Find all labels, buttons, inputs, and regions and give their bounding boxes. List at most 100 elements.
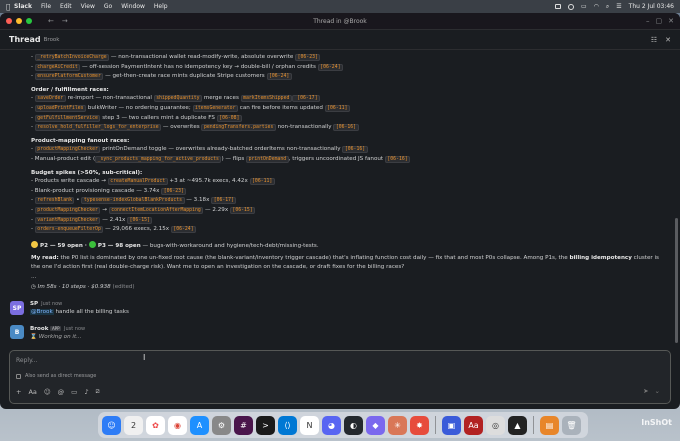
message-brook: B Brook APP Just now ⌛ Working on it... (10, 325, 85, 341)
mention[interactable]: @Brook (30, 309, 54, 315)
screen-icon[interactable] (554, 4, 561, 9)
app-icon[interactable]: ▣ (442, 415, 461, 435)
sender-name[interactable]: Brook (30, 326, 48, 332)
avatar[interactable]: SP (10, 301, 24, 315)
list-item: - saveOrder re-import — non-transactiona… (31, 94, 660, 104)
list-item: - orders-enqueueFilterOp — 29,066 execs,… (31, 225, 660, 235)
app-badge: APP (50, 326, 61, 331)
clock-icon: ◷ (31, 283, 36, 290)
section-heading: Order / fulfillment races: (31, 86, 109, 93)
list-item: - refreshBlank • typesense-indexGlobalBl… (31, 196, 660, 206)
message-sp: SP SP Just now @Brook handle all the bill… (10, 301, 129, 316)
emoji-icon[interactable]: ☺ (44, 388, 51, 396)
minimize-window-button[interactable] (16, 18, 22, 24)
vscode-icon[interactable]: ⟨⟩ (278, 415, 297, 435)
menu-app-name[interactable]: Slack (14, 3, 32, 10)
app-store-icon[interactable]: A (190, 415, 209, 435)
plus-icon[interactable]: + (16, 388, 21, 396)
checkbox[interactable] (16, 373, 21, 379)
status-icon[interactable] (567, 3, 574, 10)
back-arrow-icon[interactable]: ← (48, 17, 54, 25)
dock: ☺ 2 ✿ ◉ A ⚙ # > ⟨⟩ N ◕ ◐ ◆ ✳ ✸ ▣ Aa ◎ ▲ … (98, 412, 588, 438)
calendar-icon[interactable]: 2 (124, 415, 143, 435)
preview-icon[interactable]: ◎ (486, 415, 505, 435)
thread-settings-icon[interactable]: ☷ (651, 36, 657, 44)
list-item: - resolve_hold_fulfiller_logs_for_enterp… (31, 123, 660, 133)
list-item: - uploadPrintFiles bulkWriter — no order… (31, 104, 660, 114)
list-item: - productMappingChecker printOnDemand to… (31, 145, 660, 155)
avatar[interactable]: B (10, 325, 24, 339)
minimize-icon[interactable]: – (646, 17, 650, 25)
menu-edit[interactable]: Edit (60, 3, 72, 10)
apple-icon[interactable]:  (6, 3, 14, 11)
shortcut-icon[interactable]: ⧄ (95, 387, 99, 396)
downloads-folder-icon[interactable]: ▤ (540, 415, 559, 435)
thread-channel[interactable]: Brook (44, 37, 60, 43)
menu-window[interactable]: Window (121, 3, 145, 10)
video-icon[interactable]: ▭ (71, 388, 77, 396)
trash-icon[interactable]: 🗑 (562, 415, 581, 435)
search-icon[interactable]: ⌕ (606, 3, 609, 11)
claude-icon[interactable]: ✳ (388, 415, 407, 435)
reply-composer[interactable]: Reply... Also send as direct message + A… (9, 350, 671, 404)
menu-help[interactable]: Help (154, 3, 168, 10)
settings-icon[interactable]: ⚙ (212, 415, 231, 435)
terminal-icon[interactable]: > (256, 415, 275, 435)
timestamp[interactable]: Just now (41, 301, 62, 307)
priority-summary: P2 — 59 open · P3 — 98 open — bugs-with-… (31, 240, 660, 251)
also-send-checkbox[interactable]: Also send as direct message (16, 373, 96, 379)
app-icon[interactable]: ✸ (410, 415, 429, 435)
list-item: - Blank-product provisioning cascade — 3… (31, 187, 660, 197)
list-item: - Products write cascade → createManualP… (31, 177, 660, 187)
section-heading: Product-mapping fanout races: (31, 137, 130, 144)
github-icon[interactable]: ◐ (344, 415, 363, 435)
wifi-icon[interactable]: ◠ (594, 3, 599, 10)
finder-icon[interactable]: ☺ (102, 415, 121, 435)
menu-view[interactable]: View (81, 3, 95, 10)
app-icon[interactable]: ▲ (508, 415, 527, 435)
send-icon[interactable]: ➤ (643, 387, 648, 395)
format-icon[interactable]: Aa (28, 388, 36, 396)
close-window-button[interactable] (6, 18, 12, 24)
list-item: - ensurePlatformCustomer — get-then-crea… (31, 72, 660, 82)
menu-bar:  Slack File Edit View Go Window Help ▭ … (0, 0, 680, 13)
ellipsis: ... (31, 274, 37, 281)
discord-icon[interactable]: ◕ (322, 415, 341, 435)
app-icon[interactable]: ◆ (366, 415, 385, 435)
menu-file[interactable]: File (41, 3, 51, 10)
timestamp[interactable]: Just now (64, 326, 85, 332)
control-center-icon[interactable]: ☰ (616, 3, 621, 10)
composer-toolbar: + Aa ☺ @ ▭ ♪ ⧄ (16, 387, 100, 396)
reply-input[interactable]: Reply... (16, 357, 37, 364)
list-item: - variantMappingChecker — 2.41x [06-15] (31, 216, 660, 226)
send-controls: ➤ ⌄ (643, 387, 660, 395)
hourglass-icon: ⌛ (30, 334, 37, 340)
zoom-window-button[interactable] (26, 18, 32, 24)
clock[interactable]: Thu 2 Jul 03:46 (629, 3, 674, 10)
chevron-down-icon[interactable]: ⌄ (655, 387, 660, 395)
menu-go[interactable]: Go (104, 3, 112, 10)
green-circle-icon (88, 240, 96, 248)
slack-icon[interactable]: # (234, 415, 253, 435)
chrome-icon[interactable]: ◉ (168, 415, 187, 435)
battery-icon[interactable]: ▭ (581, 3, 587, 10)
mention-icon[interactable]: @ (58, 388, 65, 396)
sender-name[interactable]: SP (30, 301, 38, 307)
close-icon[interactable]: ✕ (668, 17, 674, 25)
list-item: - productMappingChecker → connectItemLoc… (31, 206, 660, 216)
notion-icon[interactable]: N (300, 415, 319, 435)
scrollbar[interactable] (675, 218, 678, 343)
forward-arrow-icon[interactable]: → (62, 17, 68, 25)
close-thread-icon[interactable]: ✕ (665, 36, 671, 44)
pdf-icon[interactable]: Aa (464, 415, 483, 435)
list-item: - chargeAiCredit — off-session PaymentIn… (31, 63, 660, 73)
microphone-icon[interactable]: ♪ (84, 388, 88, 396)
dock-separator (533, 416, 534, 434)
photos-icon[interactable]: ✿ (146, 415, 165, 435)
watermark: InShOt (641, 418, 672, 427)
run-stats: ◷ Im 58s · 10 steps · $0.938 (edited) (31, 283, 135, 290)
maximize-icon[interactable]: ▢ (656, 17, 663, 25)
section-heading: Budget spikes (>50%, sub-critical): (31, 169, 143, 176)
list-item: - getFulfillmentService step 3 — two cal… (31, 114, 660, 124)
list-item: - _retryBatchInvoiceCharge — non-transac… (31, 53, 660, 63)
